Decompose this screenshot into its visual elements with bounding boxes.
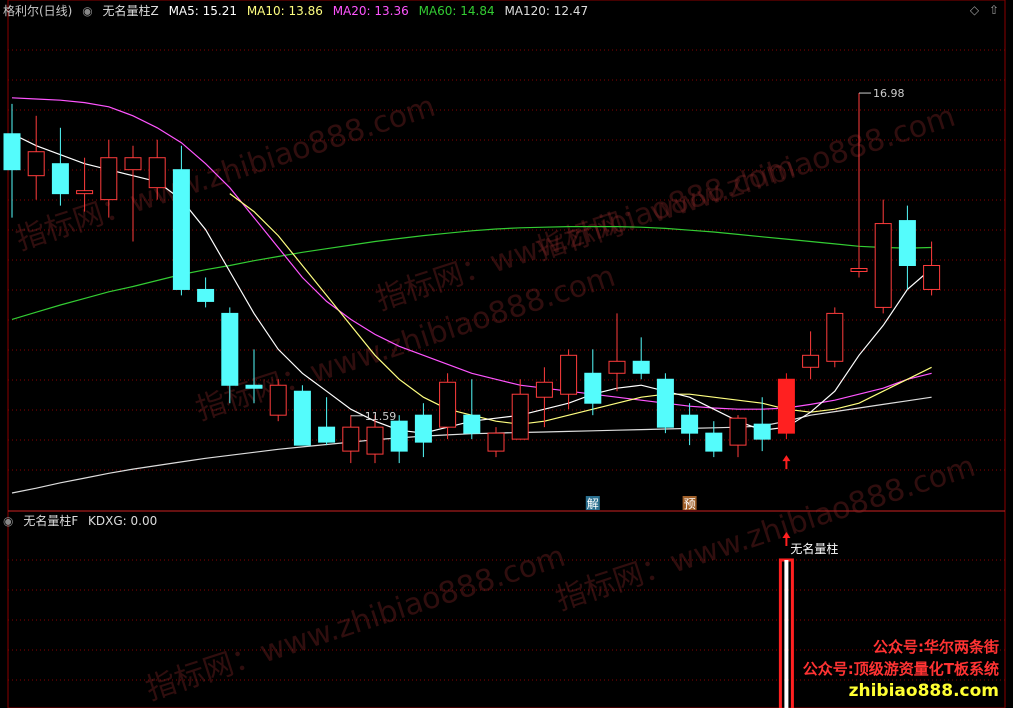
brand-line-3: zhibiao888.com bbox=[848, 681, 999, 701]
candle-body bbox=[923, 264, 941, 290]
candle-body bbox=[874, 223, 892, 308]
signal-bar-core bbox=[784, 560, 789, 708]
candle-body bbox=[753, 423, 771, 440]
candle-body bbox=[560, 354, 578, 395]
price-chart[interactable]: 指标网：www.zhibiao888.com指标网：www.zhibiao888… bbox=[0, 0, 1013, 708]
candle-body bbox=[898, 220, 916, 266]
indicator-name[interactable]: 无名量柱Z bbox=[103, 4, 159, 18]
candle-body bbox=[124, 157, 142, 171]
main-header: 格利尔(日线) ◉ 无名量柱Z MA5: 15.21 MA10: 13.86 M… bbox=[3, 4, 594, 18]
candle-body bbox=[245, 384, 263, 389]
candle-body bbox=[535, 381, 553, 398]
price-annotation: 16.98 bbox=[873, 87, 905, 100]
ma20-readout: MA20: 13.36 bbox=[332, 4, 409, 18]
watermark: 指标网：www.zhibiao888.com bbox=[12, 89, 440, 258]
diamond-icon[interactable]: ◇ bbox=[970, 3, 979, 17]
ma60-readout: MA60: 14.84 bbox=[418, 4, 495, 18]
watermark: 指标网：www.zhibiao888.com bbox=[142, 539, 570, 708]
watermark: 指标网：www.zhibiao888.com bbox=[552, 449, 980, 618]
candle-body bbox=[826, 312, 844, 362]
candle-body bbox=[221, 312, 239, 386]
stock-title[interactable]: 格利尔(日线) bbox=[3, 4, 72, 18]
candle-body bbox=[318, 426, 336, 443]
candle-body bbox=[608, 360, 626, 374]
candle-body bbox=[463, 414, 481, 434]
candle-body bbox=[632, 360, 650, 374]
kdxg-readout: KDXG: 0.00 bbox=[88, 514, 158, 528]
candle-body bbox=[390, 420, 408, 452]
candle-body bbox=[342, 426, 360, 452]
collapse-icon[interactable]: ◉ bbox=[82, 4, 92, 18]
signal-up-arrow bbox=[782, 455, 791, 470]
candle-body bbox=[269, 384, 287, 416]
watermark: 指标网：www.zhibiao888.com bbox=[532, 99, 960, 268]
candle-body bbox=[148, 157, 166, 189]
candle-body bbox=[511, 393, 529, 440]
brand-line-1: 公众号:华尔两条街 bbox=[873, 638, 999, 656]
candle-body bbox=[850, 267, 868, 272]
candle-body bbox=[197, 288, 215, 302]
sub-indicator-name[interactable]: 无名量柱F bbox=[23, 514, 78, 528]
candle-body bbox=[487, 432, 505, 452]
ma120-readout: MA120: 12.47 bbox=[504, 4, 589, 18]
candle-body bbox=[366, 426, 384, 455]
up-arrow-icon[interactable]: ⇧ bbox=[989, 3, 999, 17]
candle-body bbox=[100, 157, 118, 201]
badge-jie-label: 解 bbox=[587, 497, 599, 511]
candle-body bbox=[777, 378, 795, 434]
candle-body bbox=[802, 354, 820, 368]
sub-header: ◉ 无名量柱F KDXG: 0.00 bbox=[3, 514, 163, 528]
candle-body bbox=[656, 378, 674, 428]
candle-body bbox=[293, 390, 311, 446]
candle-body bbox=[729, 417, 747, 446]
price-annotation: 11.59 bbox=[365, 410, 397, 423]
candle-body bbox=[681, 414, 699, 434]
collapse-icon[interactable]: ◉ bbox=[3, 514, 13, 528]
candle-body bbox=[439, 381, 457, 428]
candle-body bbox=[172, 169, 190, 290]
candle-body bbox=[3, 133, 21, 171]
candle-body bbox=[705, 432, 723, 452]
chart-frame bbox=[7, 0, 1006, 708]
candle-body bbox=[27, 151, 45, 177]
window-controls: ◇ ⇧ bbox=[970, 3, 1005, 17]
ma10-readout: MA10: 13.86 bbox=[246, 4, 323, 18]
candle-body bbox=[414, 414, 432, 443]
ma5-readout: MA5: 15.21 bbox=[168, 4, 237, 18]
signal-label: 无名量柱 bbox=[790, 541, 838, 556]
candle-body bbox=[51, 163, 69, 195]
badge-yu-label: 预 bbox=[684, 497, 696, 511]
candle-body bbox=[584, 372, 602, 404]
brand-line-2: 公众号:顶级游资量化T板系统 bbox=[802, 660, 999, 678]
candle-body bbox=[76, 190, 94, 195]
